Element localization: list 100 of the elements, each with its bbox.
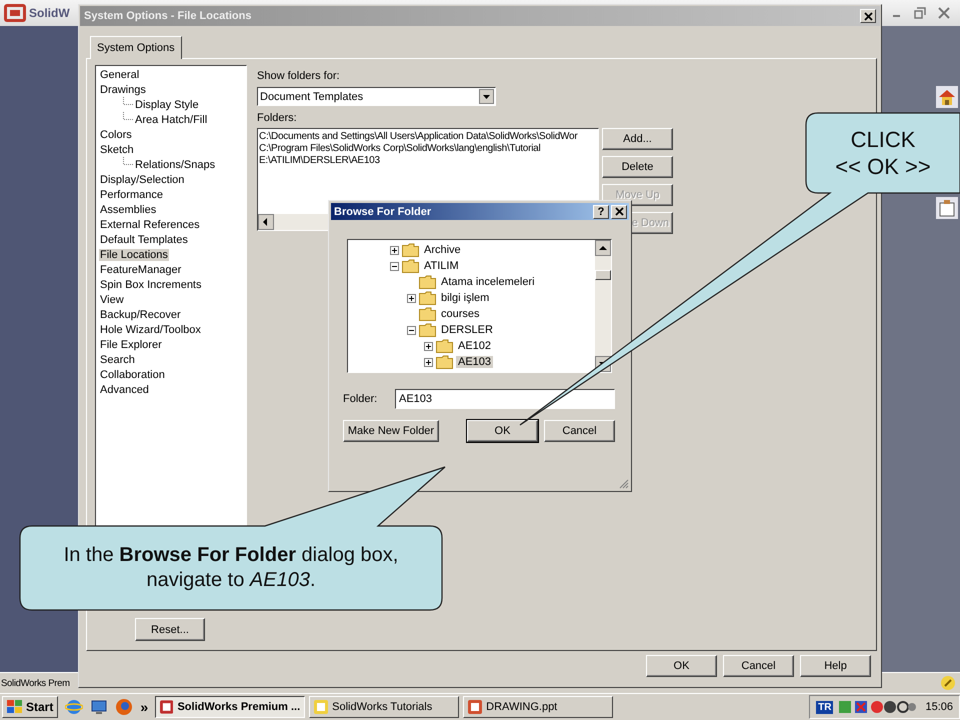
app-icon: [160, 700, 174, 714]
category-item[interactable]: File Explorer: [99, 338, 163, 350]
expander-icon[interactable]: [407, 294, 416, 302]
status-text: SolidWorks Prem: [1, 678, 70, 688]
folder-icon: [402, 243, 419, 257]
reset-button[interactable]: Reset...: [135, 618, 205, 641]
desktop-icon[interactable]: [90, 698, 108, 716]
folder-icon: [419, 323, 436, 337]
category-item[interactable]: File Locations: [99, 248, 169, 260]
folder-icon: [436, 355, 453, 369]
category-item[interactable]: Sketch: [99, 144, 135, 156]
close-icon: [614, 207, 624, 216]
folder-icon: [419, 275, 436, 289]
folder-item[interactable]: DERSLER: [439, 324, 495, 336]
category-item[interactable]: View: [99, 294, 125, 306]
tab[interactable]: System Options: [90, 36, 182, 59]
side-button[interactable]: Delete: [602, 156, 673, 178]
category-item[interactable]: External References: [99, 218, 201, 230]
window-title: System Options - File Locations: [84, 10, 252, 22]
folder-path[interactable]: E:\ATILIM\DERSLER\AE103: [259, 155, 380, 167]
scroll-left-icon[interactable]: [258, 214, 274, 230]
resize-grip-icon[interactable]: [618, 478, 629, 489]
dialog-title: Browse For Folder: [334, 206, 432, 218]
folder-item[interactable]: courses: [439, 308, 482, 320]
folders-label: Folders:: [257, 112, 297, 126]
folder-label: Folder:: [343, 393, 378, 405]
folder-item[interactable]: AE103: [456, 356, 494, 368]
category-item[interactable]: Assemblies: [99, 204, 158, 216]
taskbar-button[interactable]: SolidWorks Premium ...: [155, 696, 306, 718]
vertical-scrollbar[interactable]: [595, 240, 611, 372]
expander-icon[interactable]: [407, 326, 416, 334]
globe-icon[interactable]: [65, 698, 84, 716]
category-item[interactable]: Search: [99, 354, 136, 366]
show-folders-dropdown[interactable]: Document Templates: [257, 87, 496, 106]
category-item[interactable]: Default Templates: [99, 234, 189, 246]
clipboard-icon[interactable]: [936, 197, 958, 219]
folder-item[interactable]: bilgi işlem: [439, 292, 492, 304]
folder-path[interactable]: C:\Documents and Settings\All Users\Application Data\SolidWorks\SolidWor: [259, 131, 578, 143]
category-item[interactable]: Colors: [99, 128, 133, 140]
folder-item[interactable]: Atama incelemeleri: [439, 276, 537, 288]
category-item[interactable]: FeatureManager: [99, 264, 182, 276]
scroll-thumb[interactable]: [595, 270, 611, 280]
category-item[interactable]: Hole Wizard/Toolbox: [99, 324, 202, 336]
close-button[interactable]: [611, 204, 627, 218]
expander-icon[interactable]: [390, 246, 399, 254]
start-button[interactable]: Start: [2, 696, 58, 718]
callout-text: CLICK: [850, 126, 916, 153]
expander-icon[interactable]: [424, 342, 433, 350]
language-indicator[interactable]: TR: [816, 700, 834, 714]
dialog-button[interactable]: Make New Folder: [343, 420, 439, 442]
category-item[interactable]: Display/Selection: [99, 174, 186, 186]
category-item[interactable]: Backup/Recover: [99, 308, 182, 320]
more-chevron[interactable]: »: [140, 699, 148, 715]
category-item[interactable]: General: [99, 68, 140, 80]
folder-icon: [436, 339, 453, 353]
taskbar-button[interactable]: DRAWING.ppt: [463, 696, 614, 718]
paperclip-icon: [940, 675, 956, 691]
restore-icon[interactable]: [914, 7, 926, 19]
dialog-button[interactable]: OK: [467, 420, 538, 442]
tree-line: [123, 112, 133, 120]
show-folders-label: Show folders for:: [257, 70, 340, 84]
folder-icon: [419, 307, 436, 321]
house-icon[interactable]: [936, 86, 958, 108]
tree-line: [123, 157, 133, 165]
close-icon[interactable]: [938, 7, 950, 19]
category-item[interactable]: Display Style: [134, 98, 200, 110]
category-item[interactable]: Advanced: [99, 384, 150, 396]
taskbar-button[interactable]: SolidWorks Tutorials: [309, 696, 460, 718]
expander-icon[interactable]: [390, 262, 399, 270]
tree-line: [123, 97, 133, 105]
folder-path[interactable]: C:\Program Files\SolidWorks Corp\SolidWorks\lang\english\Tutorial: [259, 143, 540, 155]
dialog-button[interactable]: Help: [800, 655, 871, 677]
expander-icon[interactable]: [424, 358, 433, 366]
scroll-up-icon[interactable]: [595, 240, 611, 256]
close-icon: [864, 12, 872, 20]
app-title: SolidW: [29, 6, 70, 20]
folder-icon: [402, 259, 419, 273]
folder-item[interactable]: AE102: [456, 340, 494, 352]
close-button[interactable]: [860, 9, 876, 23]
browser-icon[interactable]: [115, 698, 134, 716]
app-icon: [314, 700, 328, 714]
dialog-button[interactable]: OK: [646, 655, 717, 677]
app-icon: [468, 700, 482, 714]
folder-icon: [419, 291, 436, 305]
callout-text: In the Browse For Folder dialog box, navigate to AE103.: [62, 543, 400, 593]
folder-item[interactable]: ATILIM: [422, 260, 461, 272]
category-item[interactable]: Collaboration: [99, 368, 166, 380]
category-item[interactable]: Performance: [99, 188, 164, 200]
dialog-button[interactable]: Cancel: [723, 655, 794, 677]
category-item[interactable]: Relations/Snaps: [134, 158, 216, 170]
folder-input[interactable]: AE103: [395, 389, 615, 409]
category-item[interactable]: Spin Box Increments: [99, 278, 202, 290]
folder-item[interactable]: Archive: [422, 244, 463, 256]
category-item[interactable]: Area Hatch/Fill: [134, 114, 208, 126]
windows-logo-icon: [7, 700, 23, 714]
tray-icons-drawing[interactable]: [838, 699, 916, 715]
help-button[interactable]: ?: [593, 204, 609, 218]
dialog-button[interactable]: Cancel: [544, 420, 615, 442]
category-item[interactable]: Drawings: [99, 84, 147, 96]
side-button[interactable]: Add...: [602, 128, 673, 150]
